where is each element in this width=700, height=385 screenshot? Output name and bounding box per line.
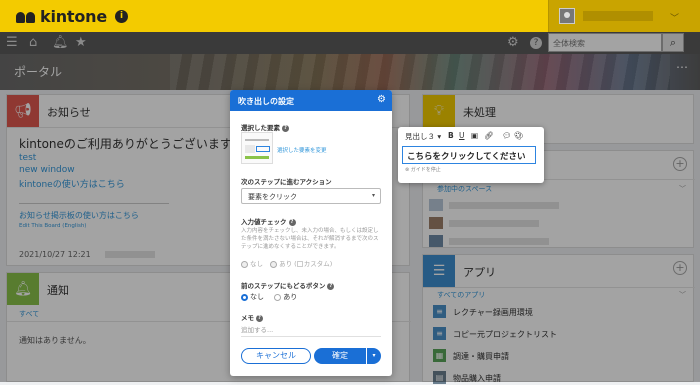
selected-element-thumbnail (241, 132, 273, 164)
image-icon[interactable]: ▣ (471, 131, 478, 140)
underline-button[interactable]: U (459, 131, 465, 140)
chevron-down-icon[interactable]: ﹀ (670, 11, 679, 24)
logo-text: kintone (40, 7, 107, 26)
memo-label: メモ? (241, 312, 263, 322)
cancel-button[interactable]: キャンセル (241, 348, 311, 364)
avatar (559, 8, 575, 24)
input-check-description: 入力内容をチェックし、未入力の場合、もしくは設定した条件を満たさない場合は、それ… (241, 228, 379, 250)
help-icon[interactable]: ? (288, 218, 296, 226)
comment-icon[interactable]: 💬︎ (502, 131, 512, 140)
palette-icon[interactable]: 🎨︎ (514, 131, 524, 140)
radio-none[interactable]: なし (241, 260, 263, 268)
memo-input[interactable]: 追加する... (241, 324, 273, 334)
guide-off-toggle[interactable]: ⊗ ガイドを停止 (405, 166, 441, 173)
help-icon[interactable]: ? (256, 314, 263, 322)
help-icon[interactable]: ? (282, 124, 289, 132)
kintone-logo[interactable]: kintone i (16, 7, 128, 26)
change-element-link[interactable]: 選択した要素を変更 (277, 146, 327, 154)
confirm-button[interactable]: 確定 (314, 348, 366, 364)
user-name-redacted (583, 11, 653, 21)
modal-title: 吹き出しの設定 (230, 90, 392, 111)
back-button-label: 前のステップにもどるボタン? (241, 280, 335, 290)
info-icon[interactable]: i (115, 10, 128, 23)
bold-button[interactable]: B (448, 131, 454, 140)
dropdown-arrow-icon: ▾ (371, 192, 375, 199)
radio-yes[interactable]: あり (270, 260, 292, 268)
balloon-text-input[interactable]: こちらをクリックしてください (402, 146, 536, 164)
help-icon[interactable]: ? (327, 282, 335, 290)
radio-back-yes[interactable]: あり (274, 293, 297, 301)
next-action-label: 次のステップに進むアクション (241, 178, 332, 186)
heading-select[interactable]: 見出し３ ▾ (405, 131, 441, 142)
link-icon[interactable]: 🔗︎ (484, 131, 494, 140)
input-check-options: なし あり (カスタム) (241, 258, 332, 268)
selected-element-label: 選択した要素? (241, 122, 289, 132)
custom-checkbox[interactable]: (カスタム) (294, 260, 332, 268)
confirm-dropdown-icon[interactable]: ▾ (367, 348, 381, 364)
radio-back-none[interactable]: なし (241, 293, 264, 301)
balloon-settings-modal: 吹き出しの設定 ⚙ 選択した要素? 選択した要素を変更 次のステップに進むアクシ… (230, 90, 392, 376)
back-button-options: なし あり (241, 292, 297, 302)
input-check-label: 入力値チェック? (241, 216, 296, 226)
next-action-select[interactable]: 要素をクリック ▾ (241, 188, 381, 204)
gear-icon[interactable]: ⚙ (377, 94, 386, 105)
logo-mark-icon (16, 11, 36, 23)
